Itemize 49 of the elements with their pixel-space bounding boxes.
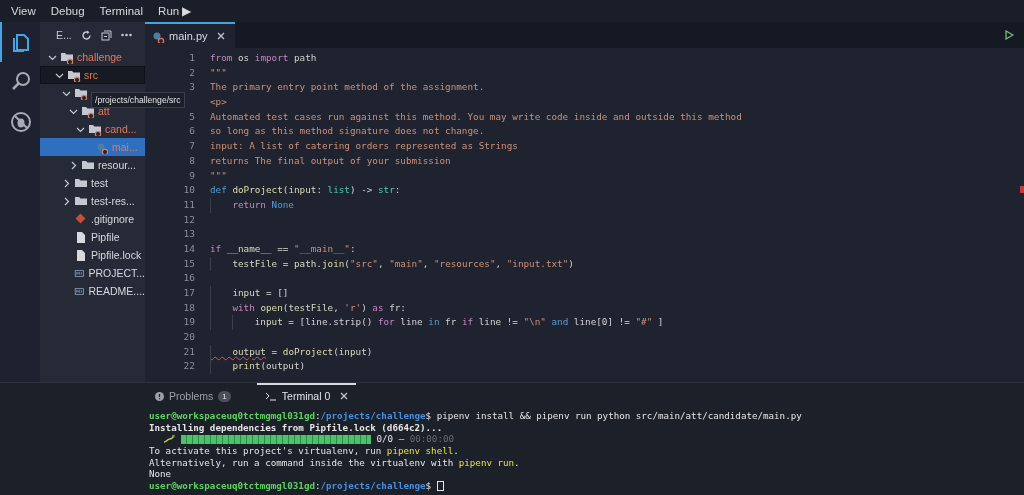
code-line: returns The final output of your submission [210,153,451,168]
line-number: 22 [183,359,195,374]
line-number: 9 [189,168,195,183]
line-number: 1 [189,51,195,65]
code-line: print(output) [210,359,306,375]
line-number: 16 [183,271,195,286]
code-line: so long as this method signature does not change. [210,124,485,139]
terminal-line: To activate this project's virtualenv, run pipenv shell. [149,445,459,457]
line-number: 2 [189,65,195,80]
code-line: if __name__ == "__main__": [210,241,356,256]
explorer-title: E... [56,29,72,41]
line-number: 15 [183,256,195,271]
line-number: 6 [189,124,195,139]
line-number: 10 [183,183,195,198]
line-number: 11 [183,197,195,212]
code-line: testFile = path.join("src", "main", "resources", "input.txt") [210,256,574,272]
line-number: 20 [183,330,195,345]
count-badge: 1 [218,390,231,402]
tooltip: /projects/challenge/src [91,92,185,108]
terminal-line: None [149,468,172,481]
line-number: 5 [189,109,195,124]
line-number: 8 [189,153,195,168]
line-number: 13 [183,227,195,242]
terminal-line: Installing dependencies from Pipfile.lock (d664c2)... [149,421,443,434]
terminal-line: user@workspaceuq0tctmgmgl031gd:/projects/challenge$ [149,480,445,492]
code-line: Automated test cases run against this method. You may write code inside and outside this method [210,109,742,124]
line-number: 7 [189,139,195,154]
line-number: 19 [183,315,195,330]
terminal-line: Alternatively, run a command inside the virtualenv with pipenv run. [149,456,520,469]
code-line: def doProject(input: list) -> str: [210,183,401,198]
code-line: input = [line.strip() for line in fr if line != "\n" and line[0] != "#" ] [210,315,664,331]
line-number: 18 [183,300,195,315]
code-line: The primary entry point method of the assignment. [210,80,485,95]
line-number: 21 [183,344,195,359]
line-number: 14 [183,241,195,256]
line-number: 3 [189,80,195,95]
code-line: return None [210,197,294,213]
code-line: with open(testFile, 'r') as fr: [210,300,406,316]
code-line: <p> [210,95,227,110]
code-line: """ [210,168,227,183]
code-line: """ [210,65,227,80]
code-line: input: A list of catering orders represented as Strings [210,139,518,154]
terminal-line: 0/0 – 00:00:00 [149,433,454,446]
line-number: 17 [183,286,195,300]
code-line: input = [] [210,286,289,301]
terminal-line: user@workspaceuq0tctmgmgl031gd:/projects/challenge$ pipenv install && pipenv run python src/main/att/candidate/main.py [149,410,802,422]
code-line: output = doProject(input) [210,344,373,360]
line-number: 12 [183,212,195,227]
code-line: from os import path [210,51,317,65]
